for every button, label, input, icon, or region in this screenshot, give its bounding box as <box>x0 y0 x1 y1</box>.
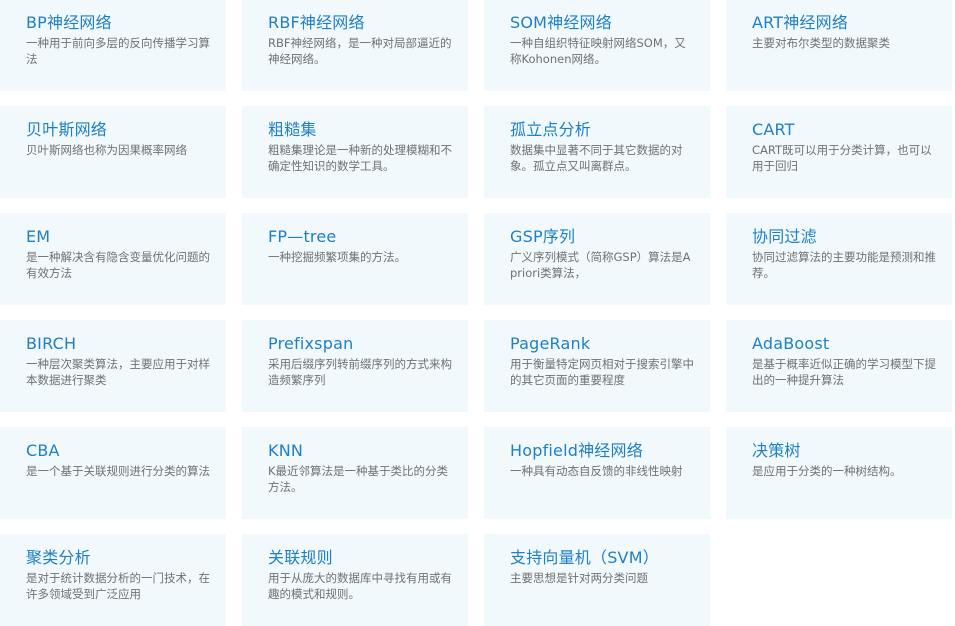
card-adaboost[interactable]: AdaBoost 是基于概率近似正确的学习模型下提出的一种提升算法 <box>726 320 952 412</box>
card-description: 广义序列模式（简称GSP）算法是Apriori类算法， <box>510 250 691 280</box>
card-description: RBF神经网络，是一种对局部逼近的神经网络。 <box>268 36 452 66</box>
card-collab-filter[interactable]: 协同过滤协同过滤算法的主要功能是预测和推荐。 <box>726 213 952 305</box>
card-title: BP神经网络 <box>26 13 112 32</box>
card-title: 聚类分析 <box>26 548 91 567</box>
card-som[interactable]: SOM神经网络一种自组织特征映射网络SOM，又称Kohonen网络。 <box>484 0 710 91</box>
card-description: 贝叶斯网络也称为因果概率网络 <box>26 143 187 157</box>
card-fp-tree[interactable]: FP—tree 一种挖掘频繁项集的方法。 <box>242 213 468 305</box>
card-pagerank[interactable]: PageRank 用于衡量特定网页相对于搜索引擎中的其它页面的重要程度 <box>484 320 710 412</box>
card-description: 一种自组织特征映射网络SOM，又称Kohonen网络。 <box>510 36 686 66</box>
card-description: 主要对布尔类型的数据聚类 <box>752 36 890 50</box>
card-assoc-rules[interactable]: 关联规则用于从庞大的数据库中寻找有用或有趣的模式和规则。 <box>242 534 468 626</box>
algorithm-card-grid: BP神经网络一种用于前向多层的反向传播学习算法 RBF神经网络 RBF神经网络，是一… <box>0 0 955 626</box>
card-description: 一种层次聚类算法，主要应用于对样本数据进行聚类 <box>26 357 210 387</box>
card-description: 粗糙集理论是一种新的处理模糊和不确定性知识的数学工具。 <box>268 143 452 173</box>
card-svm[interactable]: 支持向量机（SVM） 主要思想是针对两分类问题 <box>484 534 710 626</box>
card-description: 是应用于分类的一种树结构。 <box>752 464 902 478</box>
card-description: 用于衡量特定网页相对于搜索引擎中的其它页面的重要程度 <box>510 357 694 387</box>
card-birch[interactable]: BIRCH 一种层次聚类算法，主要应用于对样本数据进行聚类 <box>0 320 226 412</box>
card-title: EM <box>26 227 51 246</box>
card-title: 粗糙集 <box>268 120 317 139</box>
card-title: 关联规则 <box>268 548 333 567</box>
card-description: 是基于概率近似正确的学习模型下提出的一种提升算法 <box>752 357 936 387</box>
card-outlier[interactable]: 孤立点分析数据集中显著不同于其它数据的对象。孤立点又叫离群点。 <box>484 106 710 198</box>
card-description: CART既可以用于分类计算，也可以用于回归 <box>752 143 932 173</box>
card-em[interactable]: EM 是一种解决含有隐含变量优化问题的有效方法 <box>0 213 226 305</box>
card-title: PageRank <box>510 334 591 353</box>
card-gsp[interactable]: GSP序列广义序列模式（简称GSP）算法是Apriori类算法， <box>484 213 710 305</box>
card-description: 一种用于前向多层的反向传播学习算法 <box>26 36 210 66</box>
card-description: 是一个基于关联规则进行分类的算法 <box>26 464 210 478</box>
card-knn[interactable]: KNN K最近邻算法是一种基于类比的分类方法。 <box>242 427 468 519</box>
card-title: SOM神经网络 <box>510 13 612 32</box>
card-title: GSP序列 <box>510 227 576 246</box>
card-title: ART神经网络 <box>752 13 849 32</box>
card-title: 孤立点分析 <box>510 120 592 139</box>
card-title: BIRCH <box>26 334 77 353</box>
card-title: KNN <box>268 441 304 460</box>
card-cart[interactable]: CART CART既可以用于分类计算，也可以用于回归 <box>726 106 952 198</box>
card-description: 一种挖掘频繁项集的方法。 <box>268 250 406 264</box>
card-title: RBF神经网络 <box>268 13 365 32</box>
card-description: K最近邻算法是一种基于类比的分类方法。 <box>268 464 449 494</box>
card-rbf[interactable]: RBF神经网络 RBF神经网络，是一种对局部逼近的神经网络。 <box>242 0 468 91</box>
card-title: Hopfield神经网络 <box>510 441 643 460</box>
card-title: 决策树 <box>752 441 801 460</box>
card-hopfield[interactable]: Hopfield神经网络一种具有动态自反馈的非线性映射 <box>484 427 710 519</box>
card-description: 一种具有动态自反馈的非线性映射 <box>510 464 683 478</box>
card-description: 采用后缀序列转前缀序列的方式来构造频繁序列 <box>268 357 452 387</box>
card-description: 数据集中显著不同于其它数据的对象。孤立点又叫离群点。 <box>510 143 683 173</box>
card-description: 是对于统计数据分析的一门技术，在许多领域受到广泛应用 <box>26 571 210 601</box>
card-cba[interactable]: CBA 是一个基于关联规则进行分类的算法 <box>0 427 226 519</box>
card-description: 协同过滤算法的主要功能是预测和推荐。 <box>752 250 936 280</box>
card-description: 主要思想是针对两分类问题 <box>510 571 648 585</box>
card-description: 是一种解决含有隐含变量优化问题的有效方法 <box>26 250 210 280</box>
card-title: 协同过滤 <box>752 227 817 246</box>
card-title: CART <box>752 120 795 139</box>
card-title: Prefixspan <box>268 334 354 353</box>
card-art[interactable]: ART神经网络主要对布尔类型的数据聚类 <box>726 0 952 91</box>
card-description: 用于从庞大的数据库中寻找有用或有趣的模式和规则。 <box>268 571 452 601</box>
card-rough-set[interactable]: 粗糙集粗糙集理论是一种新的处理模糊和不确定性知识的数学工具。 <box>242 106 468 198</box>
card-clustering[interactable]: 聚类分析是对于统计数据分析的一门技术，在许多领域受到广泛应用 <box>0 534 226 626</box>
card-bayes[interactable]: 贝叶斯网络贝叶斯网络也称为因果概率网络 <box>0 106 226 198</box>
card-bp[interactable]: BP神经网络一种用于前向多层的反向传播学习算法 <box>0 0 226 91</box>
card-title: 贝叶斯网络 <box>26 120 108 139</box>
card-title: 支持向量机（SVM） <box>510 548 659 567</box>
card-title: AdaBoost <box>752 334 830 353</box>
card-prefixspan[interactable]: Prefixspan 采用后缀序列转前缀序列的方式来构造频繁序列 <box>242 320 468 412</box>
card-title: FP—tree <box>268 227 337 246</box>
card-title: CBA <box>26 441 60 460</box>
card-decision-tree[interactable]: 决策树是应用于分类的一种树结构。 <box>726 427 952 519</box>
